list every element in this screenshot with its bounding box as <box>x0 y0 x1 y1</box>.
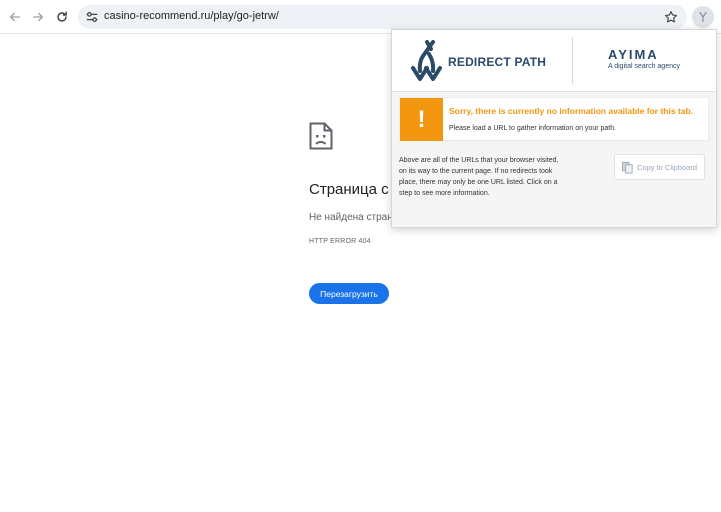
error-title: Страница с <box>309 181 389 198</box>
reload-page-button[interactable] <box>51 6 73 28</box>
error-subtitle: Не найдена стран <box>309 212 393 223</box>
copy-label: Copy to Clipboard <box>637 162 698 172</box>
header-divider <box>572 37 573 84</box>
brand-name: REDIRECT PATH <box>448 55 547 69</box>
notice-text: Please load a URL to gather information … <box>449 125 617 132</box>
arrow-right-icon <box>32 12 44 22</box>
description-line: Above are all of the URLs that your brow… <box>399 157 559 164</box>
notice-title: Sorry, there is currently no information… <box>449 106 694 116</box>
address-bar[interactable]: casino-recommend.ru/play/go-jetrw/ <box>78 5 687 29</box>
bookmark-star-icon[interactable] <box>664 10 678 24</box>
refresh-icon <box>57 11 67 22</box>
redirect-path-popup: REDIRECT PATH AYIMA A digital search age… <box>391 29 717 228</box>
redirect-path-extension-button[interactable] <box>692 6 714 28</box>
description-text: Above are all of the URLs that your brow… <box>399 155 589 199</box>
warning-icon: ! <box>400 98 443 141</box>
back-button[interactable] <box>4 6 26 28</box>
popup-header: REDIRECT PATH AYIMA A digital search age… <box>392 30 716 92</box>
description-line: on its way to the current page. If no re… <box>399 168 553 175</box>
description-line: step to see more information. <box>399 190 490 197</box>
forward-button[interactable] <box>27 6 49 28</box>
no-info-notice: ! Sorry, there is currently no informati… <box>399 97 709 141</box>
arrow-left-icon <box>9 12 21 22</box>
redirect-path-logo-icon <box>411 40 442 81</box>
reload-button[interactable]: Перезагрузить <box>309 283 389 304</box>
sad-document-icon <box>309 122 333 150</box>
ayima-tagline: A digital search agency <box>608 63 680 70</box>
clipboard-icon <box>621 161 633 174</box>
redirect-path-icon <box>699 11 707 23</box>
site-settings-icon[interactable] <box>85 10 99 24</box>
description-line: place, there may only be one URL listed.… <box>399 179 558 186</box>
copy-to-clipboard-button[interactable]: Copy to Clipboard <box>614 154 705 180</box>
url-text[interactable]: casino-recommend.ru/play/go-jetrw/ <box>104 10 279 22</box>
error-code: HTTP ERROR 404 <box>309 238 371 245</box>
ayima-logo[interactable]: AYIMA <box>608 47 659 62</box>
